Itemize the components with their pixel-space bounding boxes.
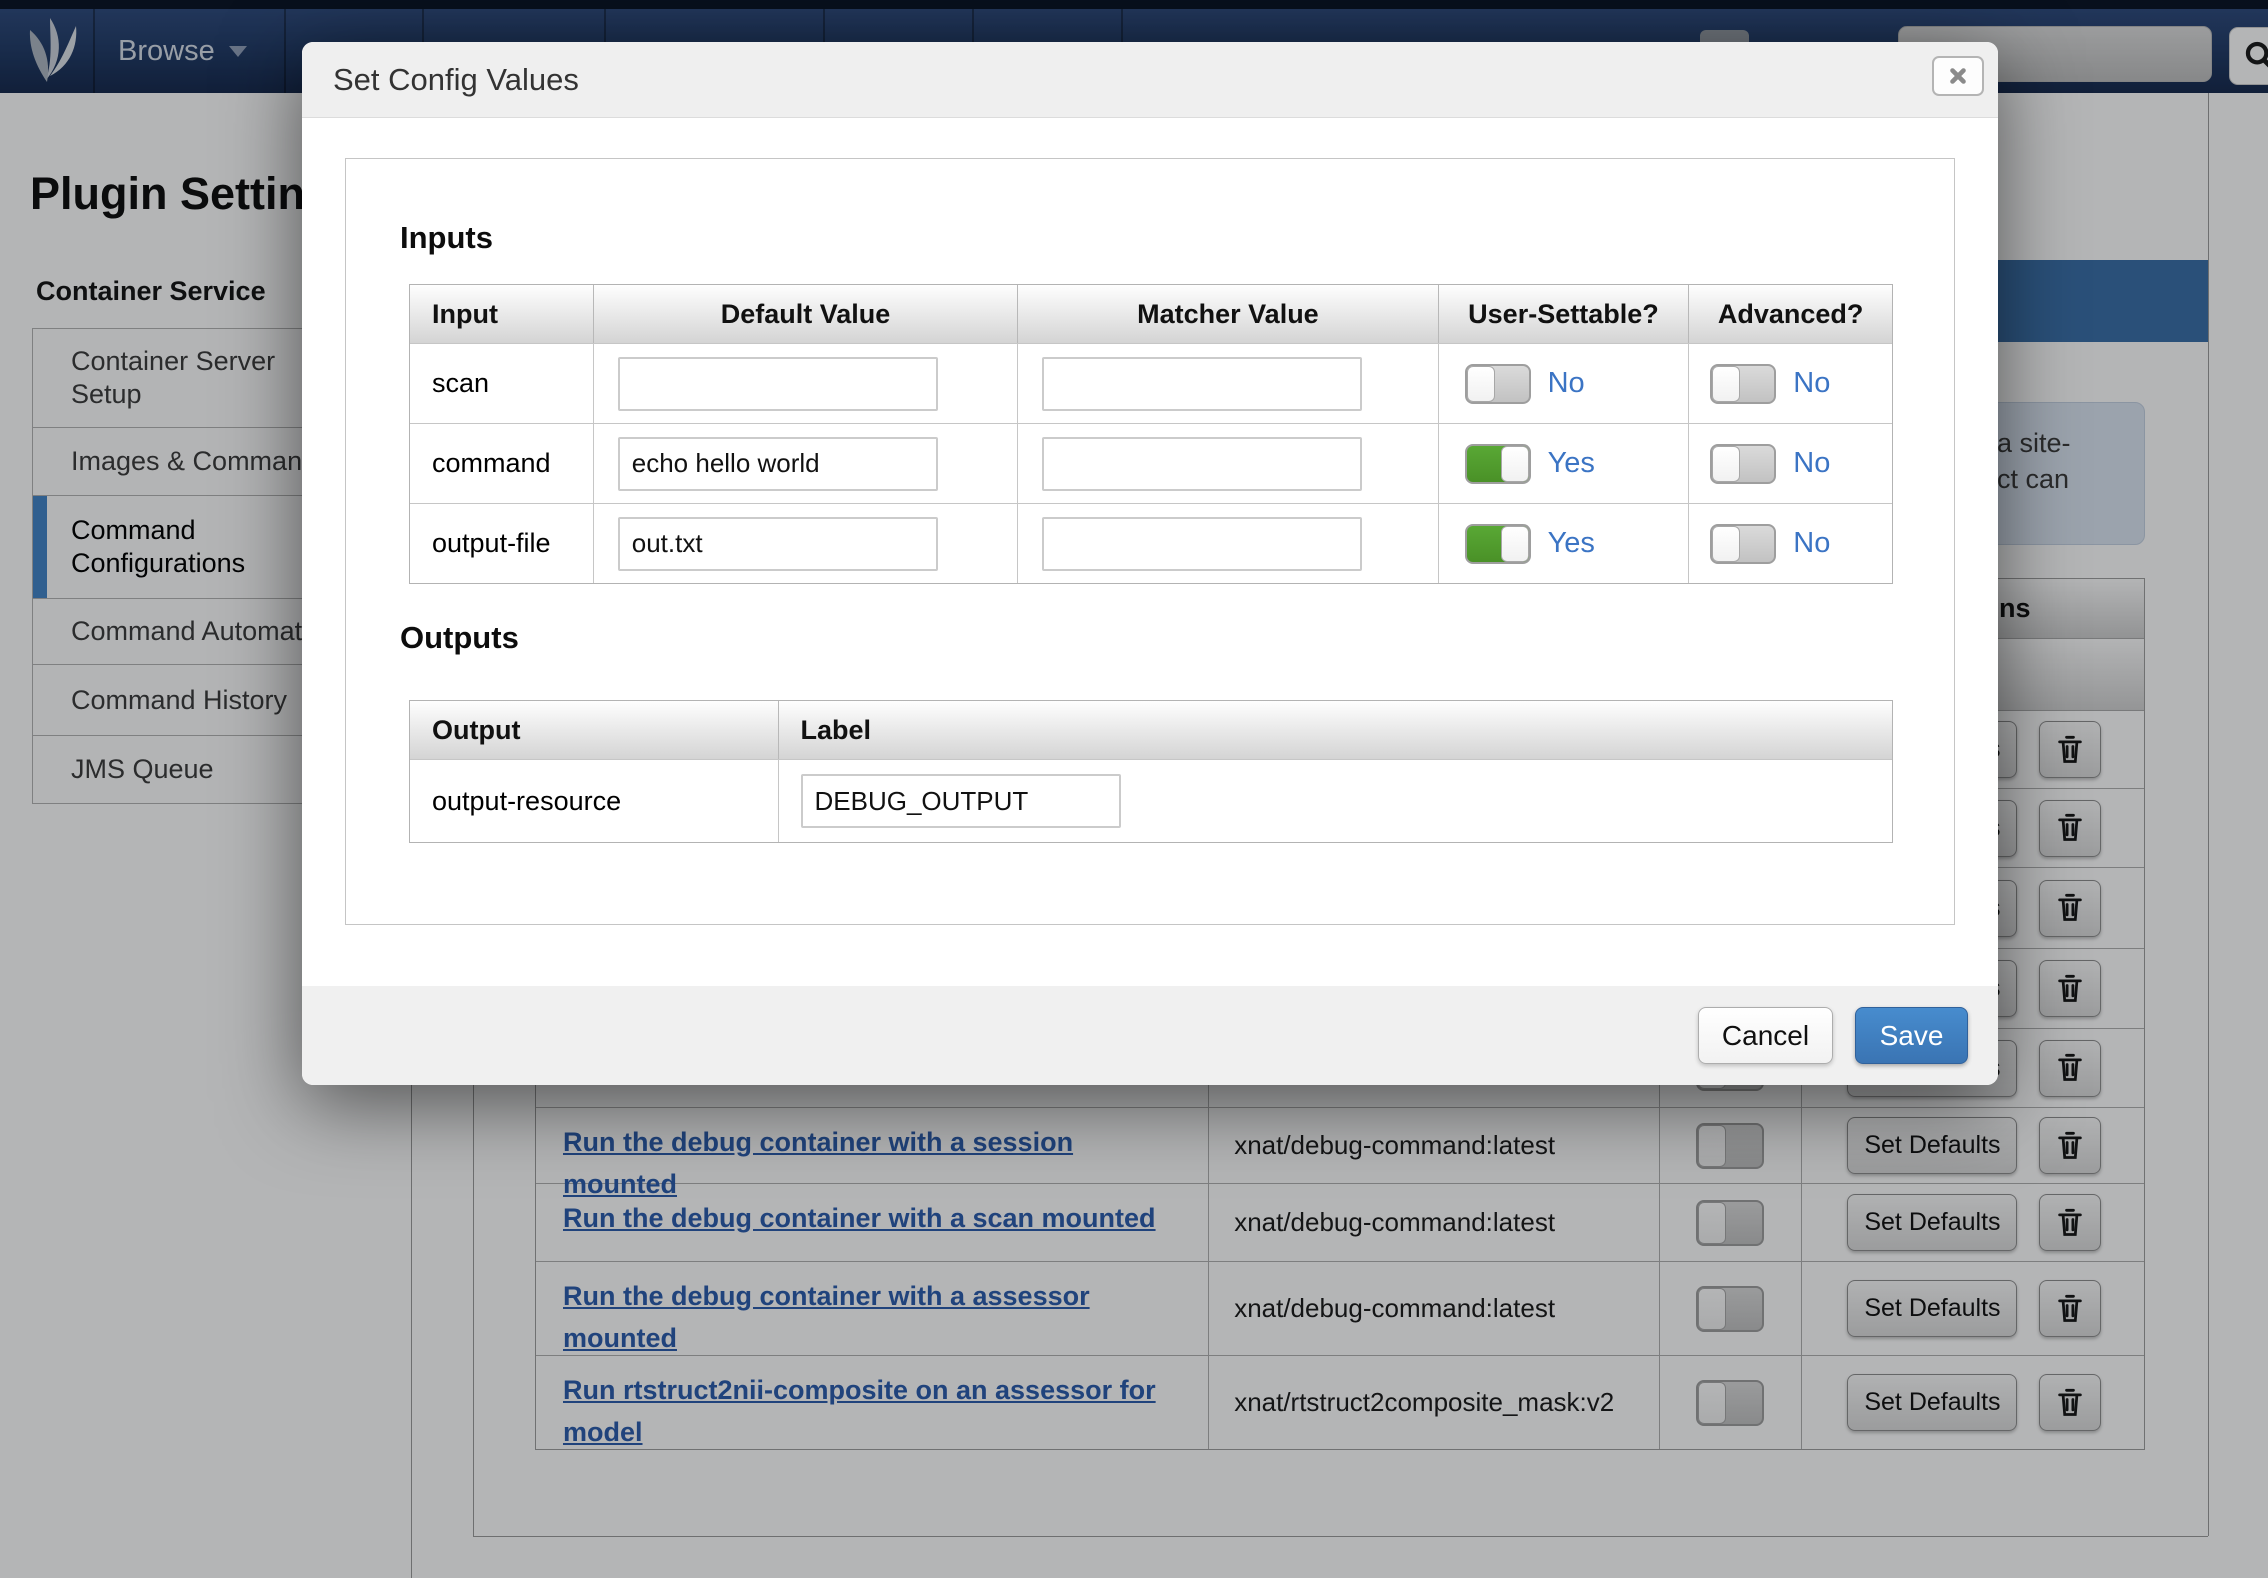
dialog-title: Set Config Values [333,62,579,98]
dialog-footer: Cancel Save [302,986,1998,1085]
column-header: Input [410,285,594,343]
column-header: Output [410,701,779,759]
input-name: scan [410,368,489,399]
matcher-value-field[interactable] [1042,357,1362,411]
advanced-toggle[interactable] [1710,364,1776,404]
user-settable-toggle[interactable] [1465,364,1531,404]
input-row-command: command Yes No [410,424,1892,504]
column-header: Advanced? [1689,285,1892,343]
matcher-value-field[interactable] [1042,517,1362,571]
close-icon [1947,65,1969,87]
toggle-state-label: No [1793,527,1830,560]
save-button[interactable]: Save [1855,1007,1968,1064]
toggle-state-label: No [1548,367,1585,400]
toggle-state-label: No [1793,367,1830,400]
close-button[interactable] [1932,56,1984,96]
inputs-table-header: Input Default Value Matcher Value User-S… [410,285,1892,344]
inputs-table: Input Default Value Matcher Value User-S… [409,284,1893,584]
default-value-field[interactable] [618,517,938,571]
input-name: output-file [410,528,551,559]
output-name: output-resource [410,786,621,817]
advanced-toggle[interactable] [1710,524,1776,564]
toggle-state-label: Yes [1548,447,1595,480]
advanced-toggle[interactable] [1710,444,1776,484]
default-value-field[interactable] [618,357,938,411]
input-row-output-file: output-file Yes No [410,504,1892,583]
outputs-table: Output Label output-resource [409,700,1893,843]
matcher-value-field[interactable] [1042,437,1362,491]
outputs-table-header: Output Label [410,701,1892,760]
column-header: User-Settable? [1439,285,1690,343]
outputs-heading: Outputs [400,620,519,656]
column-header: Default Value [594,285,1018,343]
output-label-field[interactable] [801,774,1121,828]
dialog-header: Set Config Values [302,42,1998,118]
default-value-field[interactable] [618,437,938,491]
output-row-output-resource: output-resource [410,760,1892,842]
toggle-state-label: No [1793,447,1830,480]
column-header: Matcher Value [1018,285,1438,343]
user-settable-toggle[interactable] [1465,444,1531,484]
input-name: command [410,448,551,479]
user-settable-toggle[interactable] [1465,524,1531,564]
inputs-heading: Inputs [400,220,493,256]
input-row-scan: scan No No [410,344,1892,424]
cancel-button[interactable]: Cancel [1698,1007,1833,1064]
set-config-values-dialog: Set Config Values Inputs Input Default V… [302,42,1998,1085]
column-header: Label [779,701,1892,759]
toggle-state-label: Yes [1548,527,1595,560]
